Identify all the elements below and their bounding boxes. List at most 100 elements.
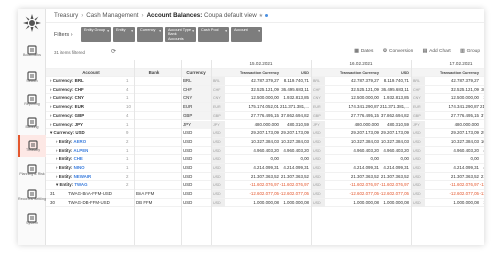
group-button[interactable]: ▥ Group [460,49,480,54]
toolbar: 31 items filtered ⟳ ▦ Dates ⚙ Conversion ▤… [46,48,484,58]
table-row[interactable]: › Entity: ALPEN 1 USD USD 4.960.403,20 4.960.… [46,146,484,156]
table-row[interactable]: › Entity: AERO 2 USD USD 10.327.384,03 10.327… [46,137,484,147]
entity-prefix: Entity: [58,173,74,179]
subcolumn-usd[interactable]: USD [379,69,409,77]
filter-chip[interactable]: Entity ▾ [113,27,135,42]
filter-chip[interactable]: Account Type Bank Accounts ▾ [165,27,196,42]
transaction-value: 12.500.000,00 [250,95,279,101]
column-header-currency[interactable]: Currency [181,69,211,77]
conversion-button[interactable]: ⚙ Conversion [383,49,414,54]
table-row[interactable]: › Currency: CNY 1 CNY CNY 12.500.000,00 1.932… [46,94,484,104]
transaction-currency-code: CHF [311,85,325,94]
table-row[interactable]: › Currency: BRL 1 BRL BRL 42.787.379,27 8.119… [46,77,484,86]
chevron-down-icon: ▾ [258,29,260,33]
subcolumn-usd[interactable]: USD [479,69,484,77]
sidebar-item-planning-risk[interactable]: Planning & Risk [18,159,46,181]
entity-name[interactable]: TWAG [74,182,87,187]
add-chart-button[interactable]: ▤ Add Chart [423,49,451,54]
group-row-label[interactable]: › Currency: GBP [50,112,120,120]
account-name[interactable]: TWAG-DB-FFM-USD [68,199,132,207]
table-row[interactable]: › Currency: EUR 10 EUR EUR 175.174.052,01 211… [46,103,484,112]
table-row[interactable]: › Currency: JPY 1 JPY JPY 480.000.000 480.310… [46,120,484,130]
sidebar-item-bookmarks[interactable]: Bookmarks [18,40,46,62]
group-row-label[interactable]: › Entity: AERO [56,138,126,146]
usd-value: 1.932.813,85 [479,94,484,102]
currency-cell: BRL [183,77,211,85]
sidebar-item-banking[interactable]: Banking [18,112,46,134]
table-row[interactable]: › Entity: NINO 1 USD USD 4.214.099,31 4.214.0… [46,164,484,173]
bank-name: BnA FFM [136,191,155,197]
transaction-currency-code: USD [411,164,425,172]
filters-toggle[interactable]: Filters › [54,32,73,38]
dates-button[interactable]: ▦ Dates [354,49,373,54]
table-row[interactable]: › Currency: GBP 4 GBP GBP 27.776.495,15 37.86… [46,111,484,121]
filter-chip[interactable]: Cash Pool ▾ [198,27,229,42]
transaction-value: -12.602.077,05 [249,191,279,197]
subcolumn-transaction-currency[interactable]: Transaction Currency [411,69,479,77]
group-row-label[interactable]: › Entity: CHE [56,155,126,163]
column-header-bank[interactable]: Bank [134,69,174,77]
group-row-label[interactable]: ▾ Entity: TWAG [56,181,126,189]
date-column-header[interactable]: 16.02.2021 [311,60,411,68]
transaction-value: 1.000.000,08 [453,199,479,205]
table-row[interactable]: 31 TWAG-BnA-FFM-USD BnA FFM USD USD -12.602.0… [46,190,484,199]
group-row-label[interactable]: › Entity: NEWAIR [56,173,126,181]
table-row[interactable]: › Currency: CHF 4 CHF CHF 32.525.121,09 36.49… [46,85,484,95]
entity-name[interactable]: CHE [74,156,83,161]
transaction-value: 12.500.000,00 [350,95,379,101]
table-row[interactable]: ▾ Entity: TWAG 2 USD USD -11.602.076,97 -11.6… [46,181,484,191]
transaction-value: 10.327.384,03 [350,138,379,144]
usd-value: 4.960.403,20 [479,147,484,155]
column-divider [411,60,412,245]
group-row-label[interactable]: › Currency: EUR [50,103,120,111]
group-label-text: Currency: USD [52,130,85,136]
subcolumn-usd[interactable]: USD [279,69,309,77]
sidebar-item-record-settling[interactable]: Record & Settling [18,184,46,206]
filter-chip[interactable]: Currency ▾ [137,27,163,42]
entity-prefix: Entity: [58,156,74,162]
group-row-label[interactable]: › Entity: ALPEN [56,147,126,155]
sidebar-item-treasury[interactable]: Treasury [18,135,46,157]
group-row-label[interactable]: › Currency: CHF [50,86,120,94]
sidebar-item-label: Record & Settling [18,197,46,201]
date-column-header[interactable]: 17.02.2021 [411,60,484,68]
table-row[interactable]: 30 TWAG-DB-FFM-USD DB FFM USD USD 1.000.000,0… [46,198,484,208]
usd-value: 480.310,59 [287,121,309,127]
entity-name[interactable]: ALPEN [73,148,88,153]
breadcrumb-cash-management[interactable]: Cash Management [86,12,138,19]
group-row-label[interactable]: › Currency: CNY [50,94,120,102]
account-name[interactable]: TWAG-BnA-FFM-USD [68,190,132,198]
group-row-label[interactable]: › Entity: NINO [56,164,126,172]
chevron-down-icon: ▾ [107,29,109,33]
transaction-value: 4.960.403,20 [453,147,479,153]
refresh-icon[interactable]: ⟳ [111,48,116,55]
column-header-account[interactable]: Account [56,69,126,77]
status-dot-icon [265,13,269,17]
sidebar-item-label: Search [26,79,38,83]
date-column-header[interactable]: 15.02.2021 [211,60,311,68]
usd-value: 4.960.403,20 [283,147,309,153]
table-row[interactable]: ▾ Currency: USD 9 USD USD 29.207.173,09 29.20… [46,129,484,138]
usd-value: -12.602.077,05 [279,191,309,197]
entity-name[interactable]: NINO [74,165,85,170]
filter-chip[interactable]: Account ▾ [231,27,262,42]
entity-name[interactable]: NEWAIR [74,174,92,179]
sidebar-item-reporting[interactable]: Reporting [18,89,46,111]
group-row-label[interactable]: › Currency: BRL [50,77,120,85]
transaction-currency-code: USD [211,146,225,155]
subcolumn-transaction-currency[interactable]: Transaction Currency [311,69,379,77]
star-icon[interactable]: ★ [259,13,263,19]
sidebar-item-search[interactable]: Search [18,66,46,88]
row-count: 1 [126,78,129,83]
view-selector[interactable]: Coupa default view [204,12,257,19]
table-row[interactable]: › Entity: NEWAIR 2 USD USD 21.307.363,52 21.3… [46,172,484,182]
entity-name[interactable]: AERO [73,139,86,144]
group-row-label[interactable]: › Currency: JPY [50,121,120,129]
filter-chip[interactable]: Entity Group ▾ [81,27,111,42]
group-row-label[interactable]: ▾ Currency: USD [50,129,120,137]
sidebar-item-system[interactable]: System [18,208,46,230]
transaction-currency-code: USD [211,129,225,138]
breadcrumb-treasury[interactable]: Treasury [54,12,78,19]
table-row[interactable]: › Entity: CHE 1 USD USD 0,00 0,00 USD 0,00 0,00 U… [46,155,484,164]
subcolumn-transaction-currency[interactable]: Transaction Currency [211,69,279,77]
